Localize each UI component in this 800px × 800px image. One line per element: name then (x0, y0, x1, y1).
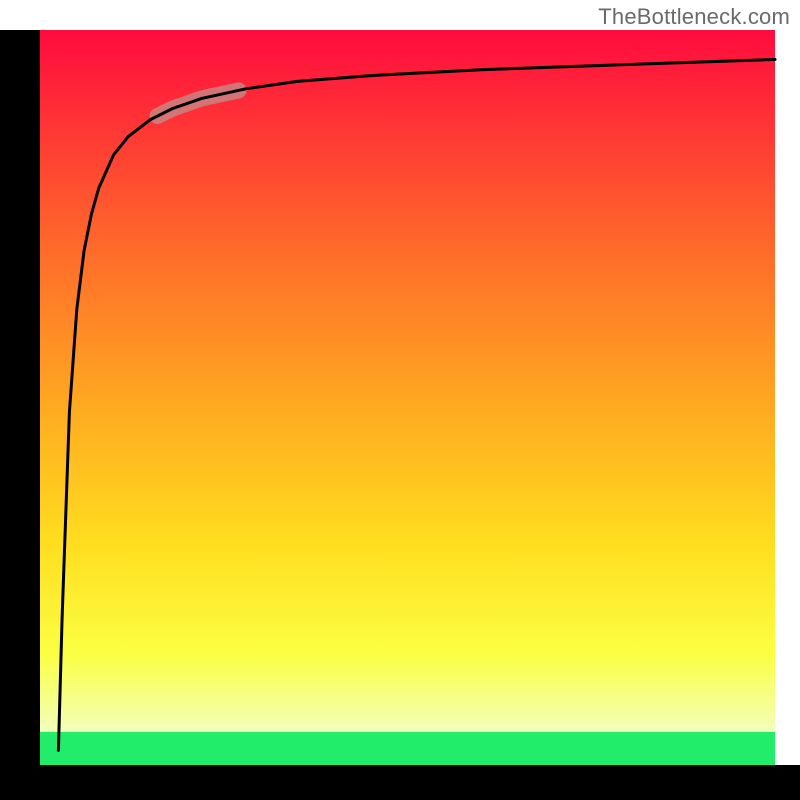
y-axis-bar (0, 30, 40, 765)
plot-area (40, 30, 775, 765)
watermark-text: TheBottleneck.com (598, 4, 790, 30)
curve-svg (40, 30, 775, 765)
x-axis-bar (0, 765, 800, 800)
bottleneck-curve (58, 59, 775, 750)
